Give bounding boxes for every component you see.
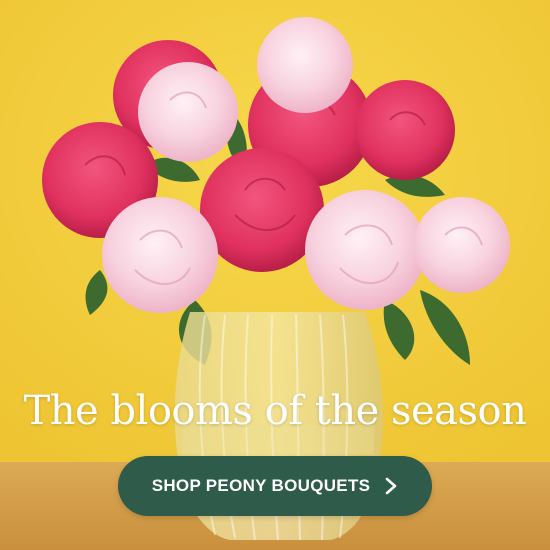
promo-banner: The blooms of the season SHOP PEONY BOUQ… bbox=[0, 0, 550, 550]
chevron-right-icon bbox=[384, 477, 398, 495]
cta-label: SHOP PEONY BOUQUETS bbox=[151, 476, 371, 495]
headline: The blooms of the season bbox=[23, 388, 527, 434]
shop-peony-bouquets-button[interactable]: SHOP PEONY BOUQUETS bbox=[118, 456, 432, 516]
